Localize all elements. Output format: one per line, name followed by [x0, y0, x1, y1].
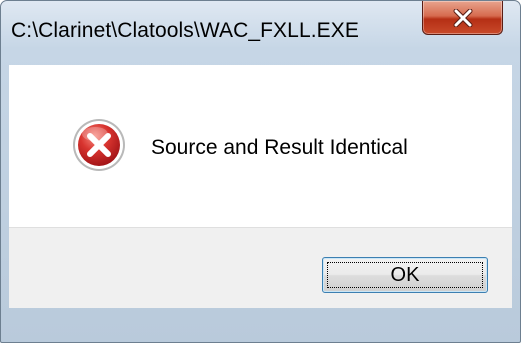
window-bottom-frame	[1, 307, 520, 342]
button-bar: OK	[9, 227, 512, 308]
ok-button-label: OK	[390, 263, 420, 286]
error-icon	[73, 119, 125, 171]
window-title: C:\Clarinet\Clatools\WAC_FXLL.EXE	[11, 19, 359, 42]
error-message: Source and Result Identical	[151, 136, 408, 159]
message-area: Source and Result Identical	[9, 65, 512, 227]
ok-button[interactable]: OK	[322, 257, 488, 293]
close-icon	[453, 8, 472, 27]
dialog-window: C:\Clarinet\Clatools\WAC_FXLL.EXE Source…	[0, 0, 521, 343]
title-bar[interactable]: C:\Clarinet\Clatools\WAC_FXLL.EXE	[1, 1, 520, 65]
close-button[interactable]	[422, 1, 503, 35]
